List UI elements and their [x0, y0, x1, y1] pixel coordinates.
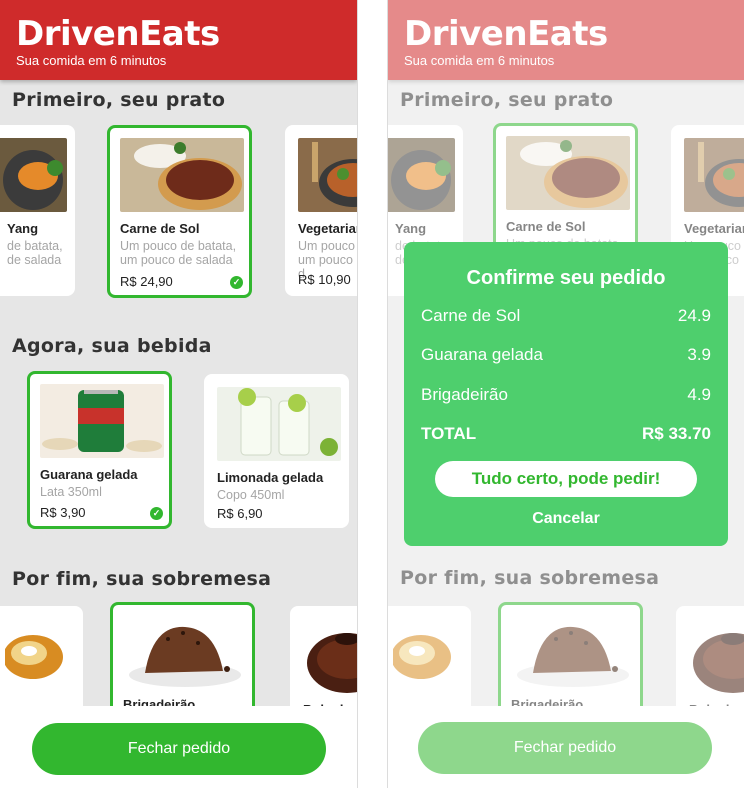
cancel-order-button[interactable]: Cancelar	[404, 510, 728, 528]
app-tagline: Sua comida em 6 minutos	[16, 53, 167, 68]
drink-desc: Copo 450ml	[217, 488, 285, 502]
drink-price: R$ 6,90	[217, 506, 263, 521]
dish-price: R$ 10,90	[298, 272, 351, 287]
order-item-name: Brigadeirão	[421, 385, 508, 404]
dish-card-vegetarian[interactable]: Vegetarian Um pouco um pouco d R$ 10,90	[285, 125, 358, 296]
confirm-order-button[interactable]: Tudo certo, pode pedir!	[435, 461, 697, 497]
dish-card-carne-de-sol[interactable]: Carne de Sol Um pouco de batata, um pouc…	[107, 125, 252, 298]
dish-image-vegetarian	[298, 138, 357, 212]
dish-image-carne-de-sol	[120, 138, 244, 212]
drink-price: R$ 3,90	[40, 505, 86, 520]
order-item-name: Guarana gelada	[421, 345, 543, 364]
dish-desc: de batata, de salada	[7, 239, 63, 267]
modal-title: Confirme seu pedido	[466, 267, 666, 289]
order-item-name: Carne de Sol	[421, 306, 521, 325]
checkmark-icon: ✓	[230, 276, 243, 289]
app-screen-confirm: Primeiro, seu prato Yang de batata, de s…	[387, 0, 744, 788]
drink-card-guarana[interactable]: Guarana gelada Lata 350ml R$ 3,90 ✓	[27, 371, 172, 529]
dish-name: Carne de Sol	[120, 221, 200, 236]
dish-name: Yang	[7, 221, 39, 236]
drink-card-limonada[interactable]: Limonada gelada Copo 450ml R$ 6,90	[204, 374, 349, 528]
total-label: TOTAL	[421, 424, 477, 443]
checkmark-icon: ✓	[150, 507, 163, 520]
order-item-price: 4.9	[687, 385, 711, 404]
app-header: DrivenEats Sua comida em 6 minutos	[0, 0, 357, 80]
dish-image-yang	[0, 138, 67, 212]
drink-name: Limonada gelada	[217, 470, 324, 485]
dish-card-yang[interactable]: Yang de batata, de salada	[0, 125, 75, 296]
drink-desc: Lata 350ml	[40, 485, 102, 499]
order-item-price: 24.9	[677, 306, 711, 325]
app-logo: DrivenEats	[16, 14, 220, 54]
app-screen-selection: Primeiro, seu prato Yang de batata, de s…	[0, 0, 358, 788]
section-title-drinks: Agora, sua bebida	[12, 335, 212, 357]
dessert-image-pudim	[5, 619, 77, 693]
section-title-dishes: Primeiro, seu prato	[12, 89, 226, 111]
app-footer: Fechar pedido	[0, 706, 357, 788]
close-order-button[interactable]: Fechar pedido	[32, 723, 326, 775]
dish-desc: Um pouco de batata, um pouco de salada	[120, 239, 237, 267]
dessert-image-bolo	[303, 619, 357, 693]
dessert-image-brigadeirao	[123, 615, 247, 689]
drink-name: Guarana gelada	[40, 467, 138, 482]
drink-image-guarana	[40, 384, 164, 458]
drink-image-limonada	[217, 387, 341, 461]
total-value: R$ 33.70	[642, 424, 711, 443]
dish-name: Vegetarian	[298, 221, 358, 236]
order-item-price: 3.9	[687, 345, 711, 364]
section-title-desserts: Por fim, sua sobremesa	[12, 568, 272, 590]
confirm-order-modal: Confirme seu pedido Carne de Sol 24.9 Gu…	[404, 242, 728, 546]
dish-price: R$ 24,90	[120, 274, 173, 289]
